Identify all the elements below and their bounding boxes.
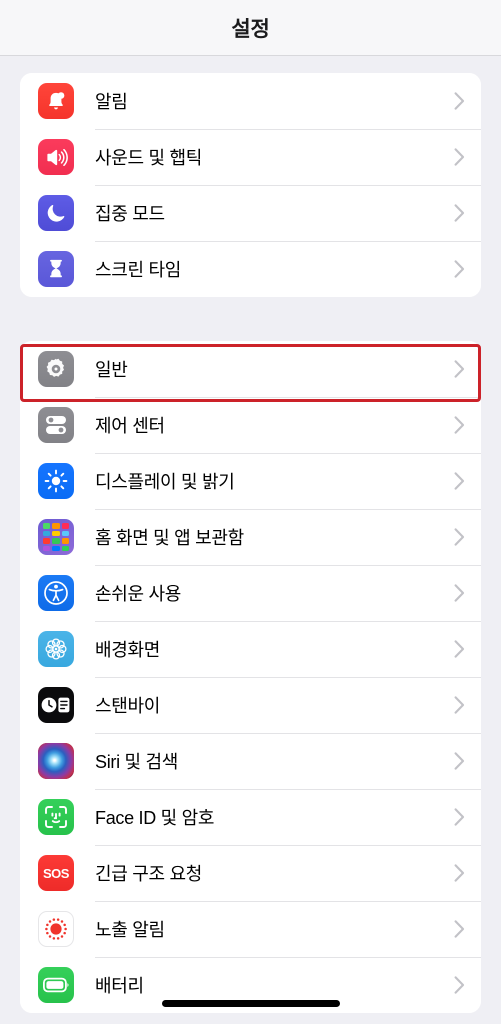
settings-row-label: 손쉬운 사용 (95, 584, 182, 604)
chevron-right-icon (454, 260, 465, 278)
settings-row-label: 홈 화면 및 앱 보관함 (95, 528, 244, 548)
settings-row-focus[interactable]: 집중 모드 (20, 185, 481, 241)
settings-row-label: 스탠바이 (95, 696, 161, 716)
chevron-right-icon (454, 204, 465, 222)
chevron-right-icon (454, 92, 465, 110)
sounds-haptics-icon (38, 139, 74, 175)
chevron-right-icon (454, 696, 465, 714)
settings-row-control-center[interactable]: 제어 센터 (20, 397, 481, 453)
chevron-right-icon (454, 752, 465, 770)
notifications-icon (38, 83, 74, 119)
home-indicator[interactable] (162, 1000, 340, 1007)
navigation-bar: 설정 (0, 0, 501, 56)
standby-icon (38, 687, 74, 723)
settings-group-1: 알림사운드 및 햅틱집중 모드스크린 타임 (20, 73, 481, 297)
settings-row-label: 일반 (95, 360, 128, 380)
chevron-right-icon (454, 640, 465, 658)
chevron-right-icon (454, 472, 465, 490)
chevron-right-icon (454, 976, 465, 994)
settings-row-label: 디스플레이 및 밝기 (95, 472, 235, 492)
siri-search-icon (38, 743, 74, 779)
settings-row-emergency-sos[interactable]: SOS 긴급 구조 요청 (20, 845, 481, 901)
chevron-right-icon (454, 808, 465, 826)
chevron-right-icon (454, 416, 465, 434)
accessibility-icon (38, 575, 74, 611)
settings-row-label: 스크린 타임 (95, 260, 182, 280)
wallpaper-icon (38, 631, 74, 667)
settings-row-label: 집중 모드 (95, 204, 165, 224)
display-brightness-icon (38, 463, 74, 499)
emergency-sos-icon: SOS (38, 855, 74, 891)
settings-row-label: 제어 센터 (95, 416, 165, 436)
exposure-notifications-icon (38, 911, 74, 947)
settings-row-label: 배터리 (95, 976, 144, 996)
settings-row-standby[interactable]: 스탠바이 (20, 677, 481, 733)
settings-scroll-area[interactable]: 알림사운드 및 햅틱집중 모드스크린 타임 일반제어 센터디스플레이 및 밝기홈… (0, 57, 501, 1024)
chevron-right-icon (454, 920, 465, 938)
focus-icon (38, 195, 74, 231)
settings-row-notifications[interactable]: 알림 (20, 73, 481, 129)
settings-row-display-brightness[interactable]: 디스플레이 및 밝기 (20, 453, 481, 509)
chevron-right-icon (454, 148, 465, 166)
settings-row-label: 알림 (95, 92, 128, 112)
settings-row-exposure-notifications[interactable]: 노출 알림 (20, 901, 481, 957)
settings-row-label: Siri 및 검색 (95, 752, 178, 772)
screen-time-icon (38, 251, 74, 287)
face-id-passcode-icon (38, 799, 74, 835)
settings-row-wallpaper[interactable]: 배경화면 (20, 621, 481, 677)
general-icon (38, 351, 74, 387)
settings-row-label: 긴급 구조 요청 (95, 864, 202, 884)
chevron-right-icon (454, 528, 465, 546)
settings-row-label: 배경화면 (95, 640, 161, 660)
page-title: 설정 (231, 17, 270, 41)
settings-row-siri-search[interactable]: Siri 및 검색 (20, 733, 481, 789)
settings-row-home-screen[interactable]: 홈 화면 및 앱 보관함 (20, 509, 481, 565)
settings-row-label: Face ID 및 암호 (95, 808, 215, 828)
settings-row-screen-time[interactable]: 스크린 타임 (20, 241, 481, 297)
settings-row-accessibility[interactable]: 손쉬운 사용 (20, 565, 481, 621)
settings-row-sounds-haptics[interactable]: 사운드 및 햅틱 (20, 129, 481, 185)
chevron-right-icon (454, 864, 465, 882)
settings-row-label: 노출 알림 (95, 920, 165, 940)
settings-group-2: 일반제어 센터디스플레이 및 밝기홈 화면 및 앱 보관함손쉬운 사용배경화면스… (20, 341, 481, 1013)
settings-row-label: 사운드 및 햅틱 (95, 148, 202, 168)
home-screen-icon (38, 519, 74, 555)
settings-row-face-id-passcode[interactable]: Face ID 및 암호 (20, 789, 481, 845)
chevron-right-icon (454, 584, 465, 602)
settings-screen: 설정 알림사운드 및 햅틱집중 모드스크린 타임 일반제어 센터디스플레이 및 … (0, 0, 501, 1024)
chevron-right-icon (454, 360, 465, 378)
battery-icon (38, 967, 74, 1003)
settings-row-general[interactable]: 일반 (20, 341, 481, 397)
control-center-icon (38, 407, 74, 443)
